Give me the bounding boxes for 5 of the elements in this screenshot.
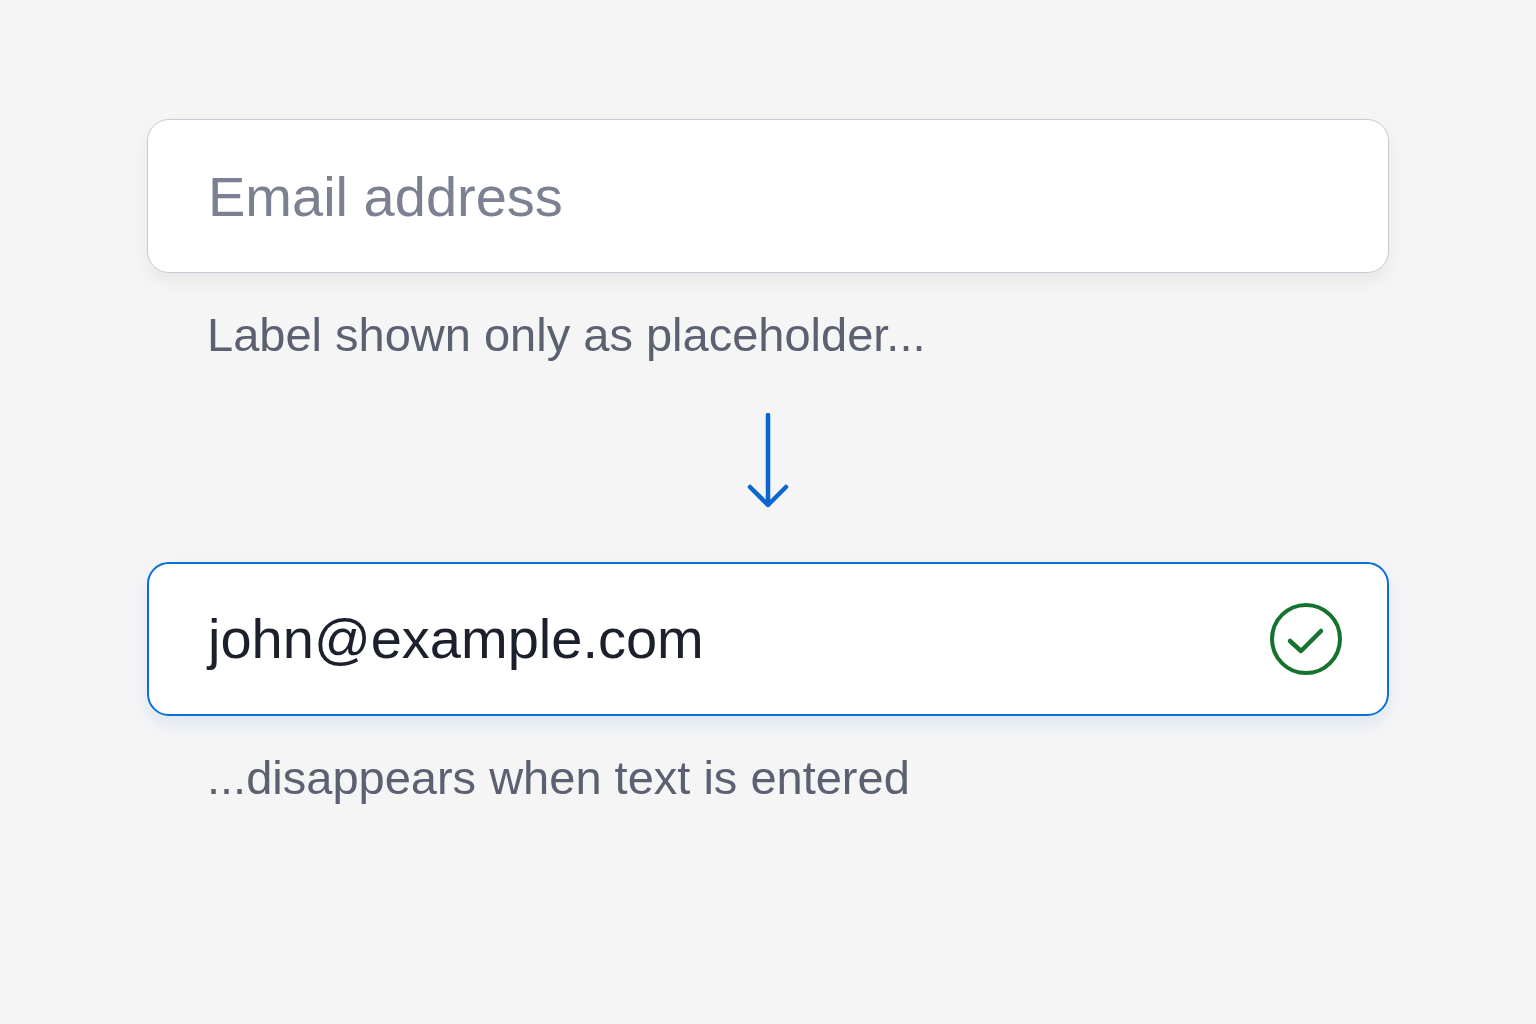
caption-text: ...disappears when text is entered bbox=[207, 751, 910, 804]
down-arrow-icon bbox=[747, 413, 789, 509]
caption-text: Label shown only as placeholder... bbox=[207, 308, 926, 361]
email-input-field[interactable]: Email address bbox=[147, 119, 1389, 273]
email-input-field[interactable]: john@example.com bbox=[147, 562, 1389, 716]
